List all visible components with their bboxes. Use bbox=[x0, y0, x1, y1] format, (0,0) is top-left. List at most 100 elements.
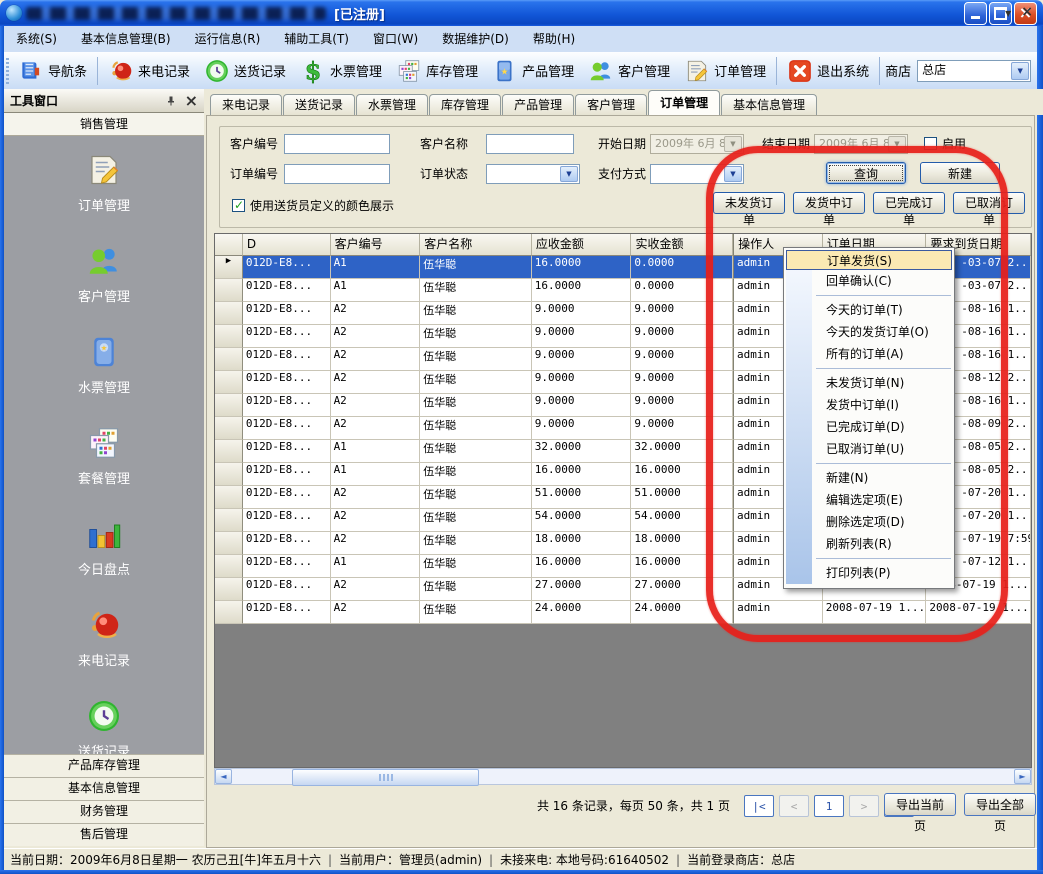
scrollbar-thumb[interactable] bbox=[292, 769, 479, 786]
menu-item-2[interactable]: 运行信息(R) bbox=[183, 27, 273, 52]
sidebar-item-6[interactable]: 送货记录 bbox=[78, 698, 130, 760]
context-menu-item-13[interactable]: 编辑选定项(E) bbox=[784, 489, 954, 511]
grid-header-2[interactable]: 客户编号 bbox=[331, 234, 421, 256]
menu-item-3[interactable]: 辅助工具(T) bbox=[272, 27, 361, 52]
order-no-input[interactable] bbox=[284, 164, 390, 184]
tab-4[interactable]: 产品管理 bbox=[502, 94, 574, 115]
sidebar-item-1[interactable]: 客户管理 bbox=[78, 243, 130, 305]
chevron-down-icon[interactable] bbox=[1011, 62, 1029, 80]
filter-status-button-3[interactable]: 已取消订单 bbox=[953, 192, 1025, 214]
context-menu-item-7[interactable]: 未发货订单(N) bbox=[784, 372, 954, 394]
sidebar-section-sales[interactable]: 销售管理 bbox=[4, 113, 204, 136]
search-button[interactable]: 查询 bbox=[826, 162, 906, 184]
customer-no-input[interactable] bbox=[284, 134, 390, 154]
menu-item-5[interactable]: 数据维护(D) bbox=[430, 27, 521, 52]
chevron-down-icon[interactable] bbox=[888, 136, 906, 152]
sidebar-item-label: 订单管理 bbox=[78, 195, 130, 214]
minimize-button[interactable] bbox=[964, 2, 987, 25]
customer-name-input[interactable] bbox=[486, 134, 574, 154]
toolbar-grip[interactable] bbox=[6, 58, 9, 84]
tab-5[interactable]: 客户管理 bbox=[575, 94, 647, 115]
filter-status-button-2[interactable]: 已完成订单 bbox=[873, 192, 945, 214]
toolbar-button-call-bell[interactable]: 来电记录 bbox=[101, 55, 197, 87]
context-menu-item-12[interactable]: 新建(N) bbox=[784, 467, 954, 489]
scrollbar-track[interactable] bbox=[232, 769, 1014, 784]
context-menu-item-15[interactable]: 刷新列表(R) bbox=[784, 533, 954, 555]
filter-status-button-0[interactable]: 未发货订单 bbox=[713, 192, 785, 214]
grid-header-0[interactable] bbox=[215, 234, 243, 256]
toolbar-button-customer-people[interactable]: 客户管理 bbox=[581, 55, 677, 87]
context-menu-item-17[interactable]: 打印列表(P) bbox=[784, 562, 954, 584]
page-number-input[interactable]: 1 bbox=[814, 795, 844, 817]
sidebar-item-3[interactable]: 套餐管理 bbox=[78, 425, 130, 487]
grid-header-1[interactable]: D bbox=[243, 234, 331, 256]
context-menu-item-1[interactable]: 回单确认(C) bbox=[784, 270, 954, 292]
tab-list-dropdown-icon[interactable] bbox=[1005, 6, 1011, 19]
sidebar-item-0[interactable]: 订单管理 bbox=[78, 152, 130, 214]
context-menu-item-9[interactable]: 已完成订单(D) bbox=[784, 416, 954, 438]
cell: 9.0000 bbox=[532, 302, 632, 325]
sidebar-item-2[interactable]: ★水票管理 bbox=[78, 334, 130, 396]
shop-select[interactable]: 总店 bbox=[917, 60, 1031, 82]
tab-2[interactable]: 水票管理 bbox=[356, 94, 428, 115]
toolbar-button-product-box[interactable]: ★产品管理 bbox=[485, 55, 581, 87]
pin-icon[interactable] bbox=[165, 95, 177, 107]
table-row[interactable]: 012D-E8...A2伍华聪24.000024.0000admin2008-0… bbox=[215, 601, 1031, 624]
tab-6[interactable]: 订单管理 bbox=[648, 90, 720, 115]
cell: 伍华聪 bbox=[420, 302, 532, 325]
toolbar-button-water-dollar[interactable]: $水票管理 bbox=[293, 55, 389, 87]
context-menu-item-0[interactable]: 订单发货(S) bbox=[786, 250, 952, 270]
tab-0[interactable]: 来电记录 bbox=[210, 94, 282, 115]
menu-item-0[interactable]: 系统(S) bbox=[4, 27, 69, 52]
order-status-select[interactable] bbox=[486, 164, 580, 184]
tab-close-icon[interactable] bbox=[1021, 6, 1033, 19]
chevron-down-icon[interactable] bbox=[724, 136, 742, 152]
tab-3[interactable]: 库存管理 bbox=[429, 94, 501, 115]
new-button[interactable]: 新建 bbox=[920, 162, 1000, 184]
sidebar-item-4[interactable]: 今日盘点 bbox=[78, 516, 130, 578]
grid-header-4[interactable]: 应收金额 bbox=[532, 234, 632, 256]
tab-1[interactable]: 送货记录 bbox=[283, 94, 355, 115]
payment-select[interactable] bbox=[650, 164, 744, 184]
filter-status-button-1[interactable]: 发货中订单 bbox=[793, 192, 865, 214]
status-segment: 当前登录商店：总店 bbox=[687, 851, 795, 868]
cell: 16.0000 bbox=[631, 555, 733, 578]
chevron-down-icon[interactable] bbox=[560, 166, 578, 182]
sidebar-section-1[interactable]: 基本信息管理 bbox=[4, 777, 204, 800]
first-page-button[interactable]: |< bbox=[744, 795, 774, 817]
menu-item-1[interactable]: 基本信息管理(B) bbox=[69, 27, 183, 52]
context-menu-item-8[interactable]: 发货中订单(I) bbox=[784, 394, 954, 416]
toolbar-button-exit-x[interactable]: 退出系统 bbox=[780, 55, 876, 87]
toolbar-button-inventory-grid[interactable]: 库存管理 bbox=[389, 55, 485, 87]
toolbar-button-order-scroll[interactable]: 订单管理 bbox=[677, 55, 773, 87]
export-current-page-button[interactable]: 导出当前页 bbox=[884, 793, 956, 816]
context-menu-item-14[interactable]: 删除选定项(D) bbox=[784, 511, 954, 533]
context-menu-item-10[interactable]: 已取消订单(U) bbox=[784, 438, 954, 460]
order-scroll-icon bbox=[86, 152, 122, 188]
context-menu-item-3[interactable]: 今天的订单(T) bbox=[784, 299, 954, 321]
sidebar-section-3[interactable]: 售后管理 bbox=[4, 823, 204, 846]
enable-date-checkbox[interactable] bbox=[924, 137, 937, 150]
tool-window-close-button[interactable] bbox=[185, 93, 198, 109]
tab-7[interactable]: 基本信息管理 bbox=[721, 94, 817, 115]
context-menu-item-5[interactable]: 所有的订单(A) bbox=[784, 343, 954, 365]
end-date-picker[interactable]: 2009年 6月 8日 bbox=[814, 134, 908, 154]
grid-header-3[interactable]: 客户名称 bbox=[420, 234, 532, 256]
chevron-down-icon[interactable] bbox=[724, 166, 742, 182]
sidebar-section-2[interactable]: 财务管理 bbox=[4, 800, 204, 823]
scroll-left-icon[interactable] bbox=[215, 769, 232, 784]
menu-item-4[interactable]: 窗口(W) bbox=[361, 27, 430, 52]
next-page-button[interactable]: > bbox=[849, 795, 879, 817]
grid-header-5[interactable]: 实收金额 bbox=[631, 234, 733, 256]
toolbar-button-delivery-clock[interactable]: 送货记录 bbox=[197, 55, 293, 87]
color-by-courier-checkbox[interactable] bbox=[232, 199, 245, 212]
menu-item-6[interactable]: 帮助(H) bbox=[521, 27, 587, 52]
context-menu-item-4[interactable]: 今天的发货订单(O) bbox=[784, 321, 954, 343]
start-date-picker[interactable]: 2009年 6月 8日 bbox=[650, 134, 744, 154]
prev-page-button[interactable]: < bbox=[779, 795, 809, 817]
sidebar-item-5[interactable]: 来电记录 bbox=[78, 607, 130, 669]
export-all-pages-button[interactable]: 导出全部页 bbox=[964, 793, 1036, 816]
sidebar-section-0[interactable]: 产品库存管理 bbox=[4, 754, 204, 777]
toolbar-button-navigator-book[interactable]: 导航条 bbox=[11, 55, 94, 87]
scroll-right-icon[interactable] bbox=[1014, 769, 1031, 784]
